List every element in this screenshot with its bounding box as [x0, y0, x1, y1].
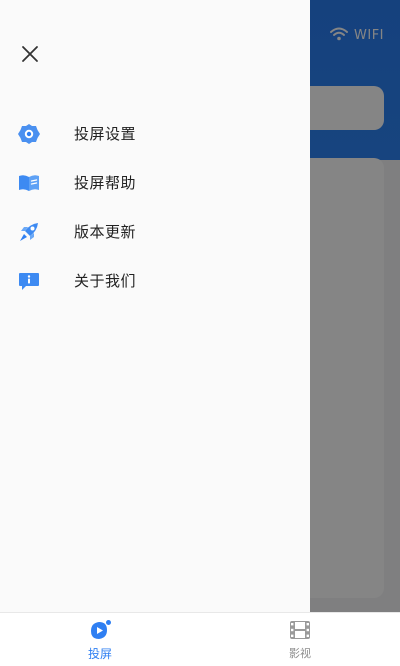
menu-item-cast-help[interactable]: 投屏帮助	[0, 158, 310, 207]
menu-item-label: 投屏帮助	[74, 174, 137, 192]
menu-item-label: 投屏设置	[74, 125, 137, 143]
drawer-menu: 投屏设置 投屏帮助 版本更新 关于我们	[0, 109, 310, 305]
cast-play-icon	[87, 618, 113, 642]
rocket-icon	[17, 220, 41, 244]
menu-item-version-update[interactable]: 版本更新	[0, 207, 310, 256]
film-icon	[287, 618, 313, 642]
close-button[interactable]	[14, 40, 46, 72]
tab-label: 投屏	[87, 646, 112, 661]
bottom-tab-bar: 投屏 影视	[0, 612, 400, 666]
tab-movies[interactable]: 影视	[200, 613, 400, 666]
tab-label: 影视	[289, 647, 311, 660]
navigation-drawer: 投屏设置 投屏帮助 版本更新 关于我们	[0, 0, 310, 612]
menu-item-label: 关于我们	[74, 272, 137, 290]
book-icon	[17, 171, 41, 195]
info-icon	[17, 269, 41, 293]
menu-item-about-us[interactable]: 关于我们	[0, 256, 310, 305]
menu-item-cast-settings[interactable]: 投屏设置	[0, 109, 310, 158]
settings-icon	[17, 122, 41, 146]
tab-cast[interactable]: 投屏	[0, 613, 200, 666]
menu-item-label: 版本更新	[74, 223, 137, 241]
close-icon	[21, 45, 39, 67]
